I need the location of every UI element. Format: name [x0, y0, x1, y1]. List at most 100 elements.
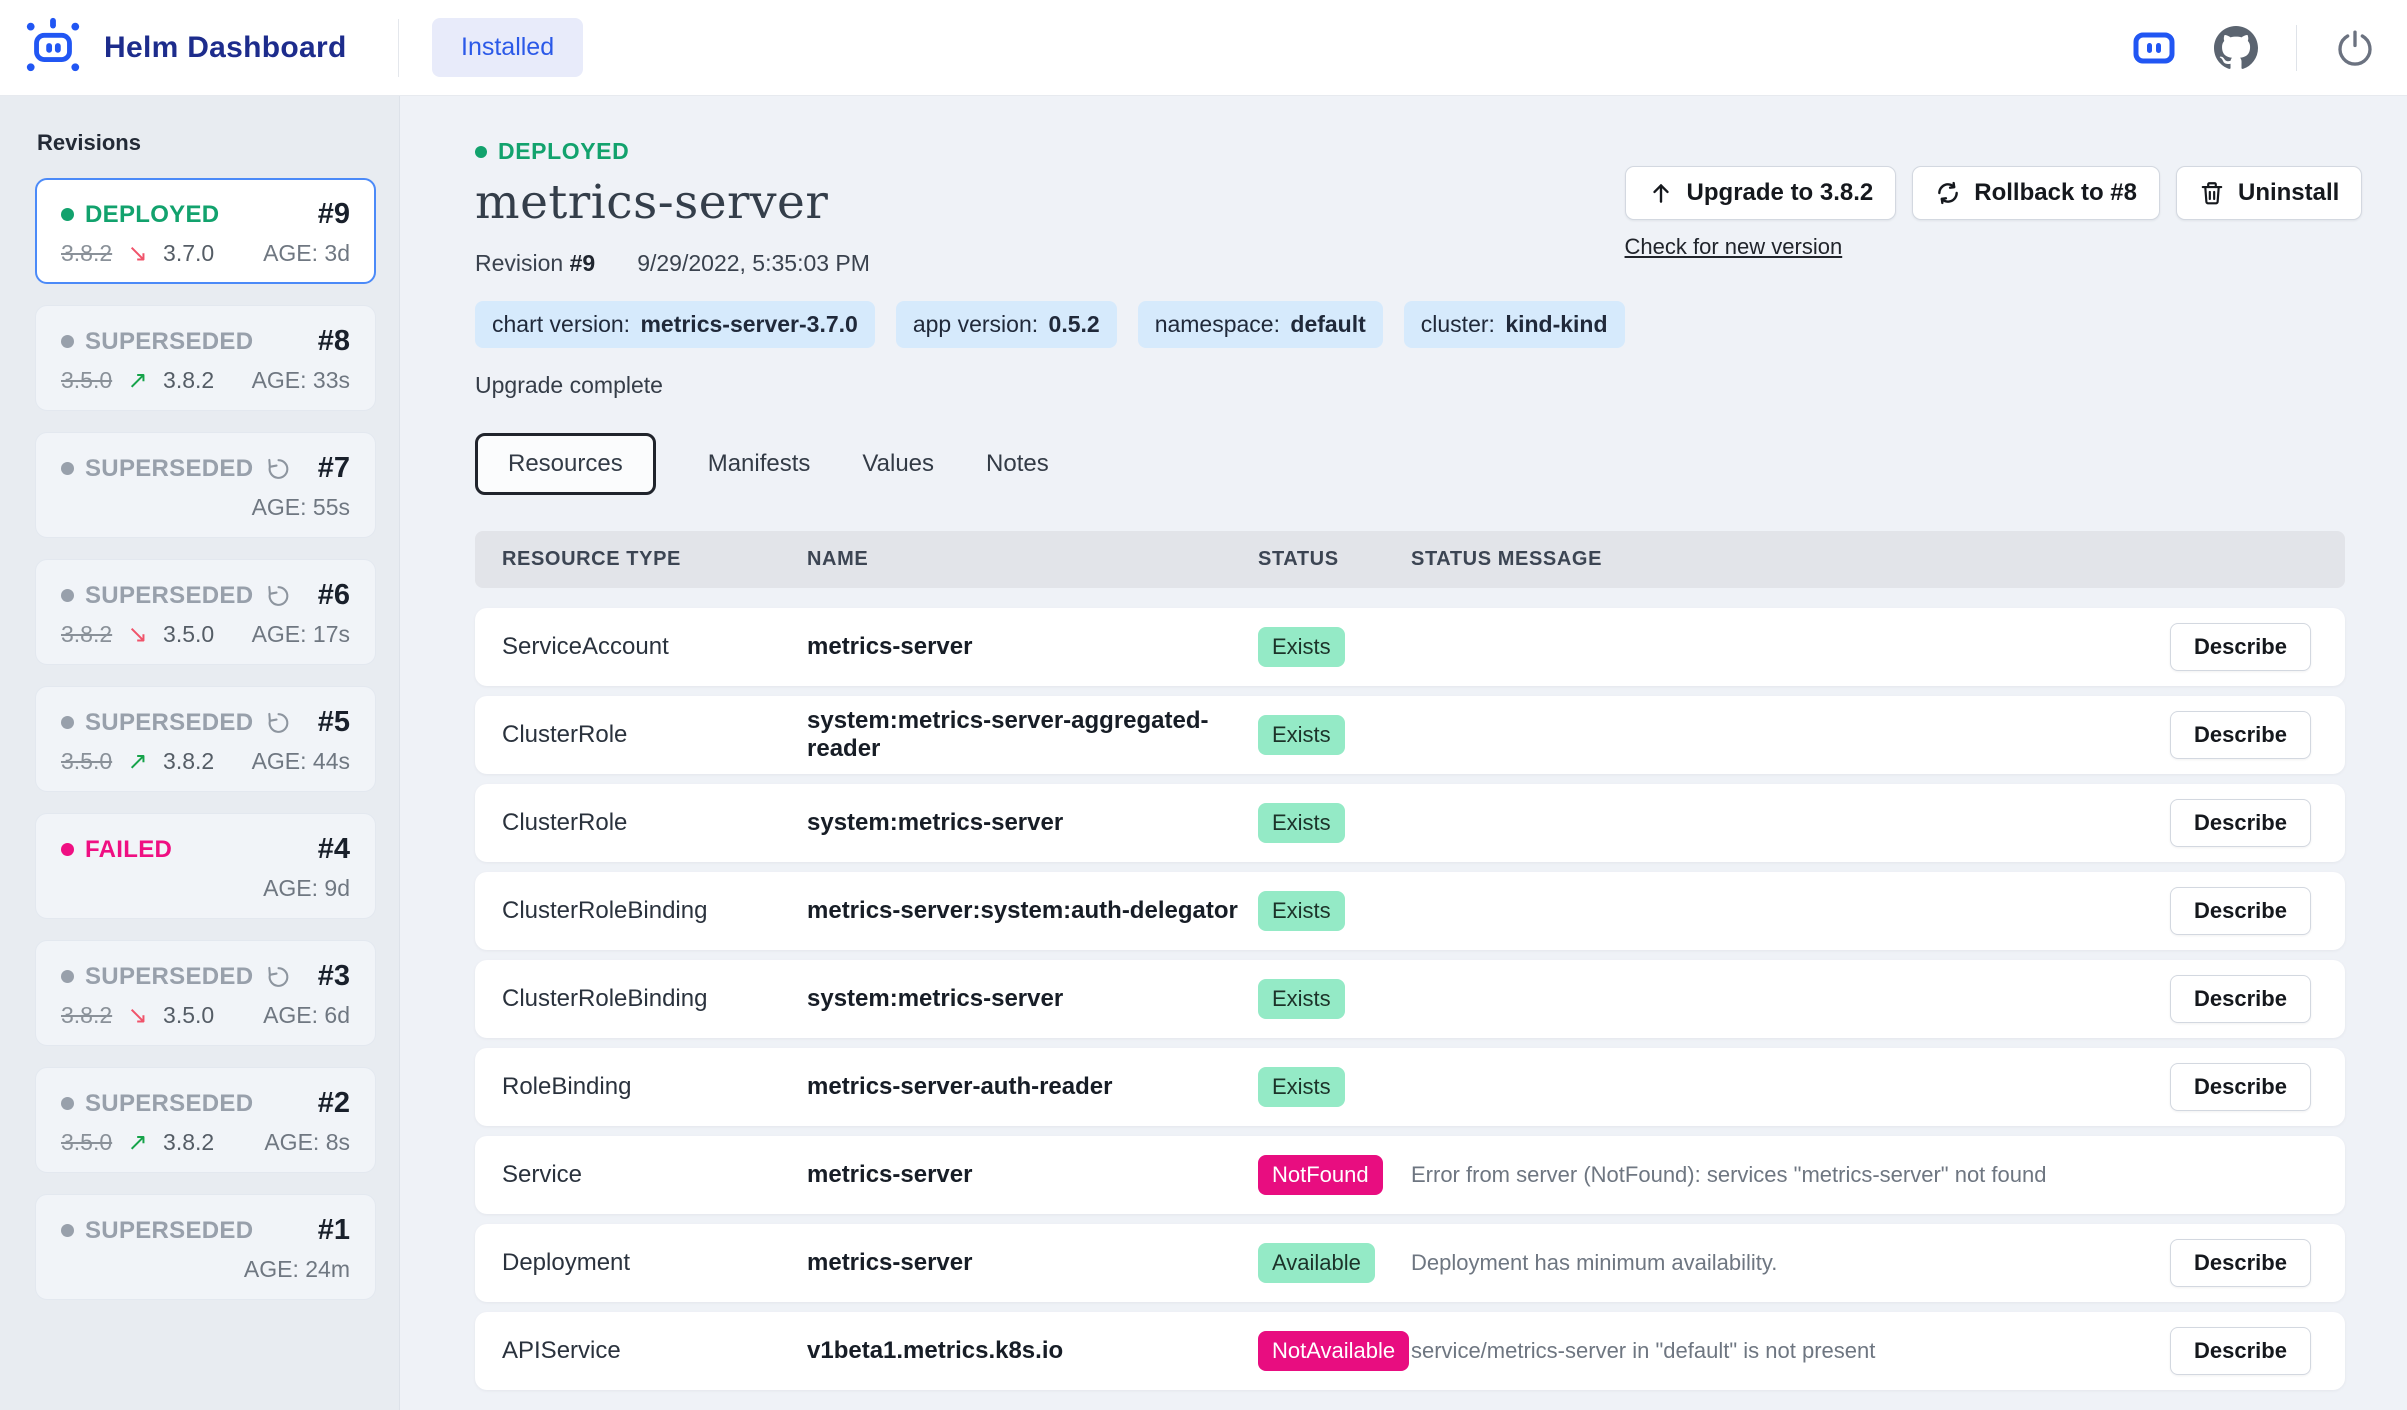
- revision-age: AGE: 3d: [263, 240, 350, 267]
- tab-values[interactable]: Values: [862, 434, 934, 494]
- uninstall-button[interactable]: Uninstall: [2176, 166, 2362, 220]
- version-arrow-icon: ↘: [128, 239, 148, 267]
- version-arrow-icon: ↘: [128, 620, 148, 648]
- revision-card[interactable]: SUPERSEDED #6 3.8.2 ↘ 3.5.0 AGE: 17s: [35, 559, 376, 665]
- meta-badge-value: kind-kind: [1505, 311, 1607, 337]
- app-logo[interactable]: Helm Dashboard: [0, 0, 398, 95]
- revision-card[interactable]: DEPLOYED #9 3.8.2 ↘ 3.7.0 AGE: 3d: [35, 178, 376, 284]
- version-new: 3.8.2: [163, 1129, 214, 1155]
- revision-status: SUPERSEDED: [61, 582, 291, 610]
- release-status-label: DEPLOYED: [498, 138, 629, 165]
- revision-status: SUPERSEDED: [61, 328, 253, 356]
- power-icon[interactable]: [2335, 28, 2375, 68]
- revision-status: SUPERSEDED: [61, 709, 291, 737]
- tab-manifests[interactable]: Manifests: [708, 434, 811, 494]
- revision-card[interactable]: SUPERSEDED #2 3.5.0 ↗ 3.8.2 AGE: 8s: [35, 1067, 376, 1173]
- revision-line: Revision #9 9/29/2022, 5:35:03 PM: [475, 250, 1625, 277]
- revision-number: #1: [318, 1214, 350, 1247]
- version-old: 3.8.2: [61, 240, 112, 266]
- revision-age: AGE: 44s: [252, 748, 350, 775]
- cell-resource-type: ServiceAccount: [502, 633, 807, 661]
- revision-version-change: 3.8.2 ↘ 3.7.0: [61, 239, 214, 267]
- header-icons: [2132, 0, 2407, 95]
- cell-status-message: Error from server (NotFound): services "…: [1411, 1162, 2170, 1188]
- revision-number: #7: [318, 452, 350, 485]
- describe-button[interactable]: Describe: [2170, 1327, 2311, 1375]
- nav-tab-installed[interactable]: Installed: [432, 18, 583, 77]
- cell-name: metrics-server: [807, 633, 1258, 661]
- release-name: metrics-server: [475, 175, 1625, 230]
- revision-age: AGE: 9d: [263, 875, 350, 902]
- revision-number: #9: [318, 198, 350, 231]
- col-name: NAME: [807, 548, 1258, 571]
- revision-version-change: 3.8.2 ↘ 3.5.0: [61, 1001, 214, 1029]
- revision-card[interactable]: SUPERSEDED #1 AGE: 24m: [35, 1194, 376, 1300]
- describe-button[interactable]: Describe: [2170, 887, 2311, 935]
- status-badge: Available: [1258, 1243, 1375, 1283]
- revision-status-label: SUPERSEDED: [85, 328, 253, 356]
- table-row: RoleBinding metrics-server-auth-reader E…: [475, 1048, 2345, 1126]
- revision-status-label: SUPERSEDED: [85, 582, 253, 610]
- tab-resources[interactable]: Resources: [475, 433, 656, 495]
- col-resource-type: RESOURCE TYPE: [502, 548, 807, 571]
- status-badge: Exists: [1258, 627, 1345, 667]
- revision-status: SUPERSEDED: [61, 963, 291, 991]
- describe-button[interactable]: Describe: [2170, 1063, 2311, 1111]
- status-dot-icon: [61, 843, 74, 856]
- app-title: Helm Dashboard: [104, 31, 347, 65]
- version-old: 3.5.0: [61, 367, 112, 393]
- revision-version-change: 3.5.0 ↗ 3.8.2: [61, 366, 214, 394]
- describe-button[interactable]: Describe: [2170, 711, 2311, 759]
- version-new: 3.7.0: [163, 240, 214, 266]
- cell-status: Exists: [1258, 1067, 1411, 1107]
- cell-status: Exists: [1258, 891, 1411, 931]
- cell-resource-type: Deployment: [502, 1249, 807, 1277]
- revision-card[interactable]: SUPERSEDED #7 AGE: 55s: [35, 432, 376, 538]
- github-icon[interactable]: [2214, 26, 2258, 70]
- cell-status: Available: [1258, 1243, 1411, 1283]
- arrow-up-icon: [1648, 180, 1674, 206]
- tab-notes[interactable]: Notes: [986, 434, 1049, 494]
- version-arrow-icon: ↘: [128, 1001, 148, 1029]
- table-row: ClusterRoleBinding system:metrics-server…: [475, 960, 2345, 1038]
- revision-age: AGE: 24m: [244, 1256, 350, 1283]
- revision-status-label: SUPERSEDED: [85, 455, 253, 483]
- revision-card[interactable]: FAILED #4 AGE: 9d: [35, 813, 376, 919]
- meta-badge: cluster: kind-kind: [1404, 301, 1625, 348]
- cell-resource-type: ClusterRoleBinding: [502, 897, 807, 925]
- table-row: ClusterRole system:metrics-server Exists…: [475, 784, 2345, 862]
- version-old: 3.5.0: [61, 1129, 112, 1155]
- revisions-list: DEPLOYED #9 3.8.2 ↘ 3.7.0 AGE: 3d SUPERS…: [35, 178, 376, 1300]
- version-arrow-icon: ↗: [128, 1128, 148, 1156]
- revision-number: #5: [318, 706, 350, 739]
- table-row: APIService v1beta1.metrics.k8s.io NotAva…: [475, 1312, 2345, 1390]
- revision-status: SUPERSEDED: [61, 1090, 253, 1118]
- upgrade-button[interactable]: Upgrade to 3.8.2: [1625, 166, 1897, 220]
- rollback-history-icon: [266, 583, 291, 608]
- rollback-button[interactable]: Rollback to #8: [1912, 166, 2160, 220]
- describe-button[interactable]: Describe: [2170, 975, 2311, 1023]
- revision-number: #4: [318, 833, 350, 866]
- revision-status-label: SUPERSEDED: [85, 1217, 253, 1245]
- revision-card[interactable]: SUPERSEDED #8 3.5.0 ↗ 3.8.2 AGE: 33s: [35, 305, 376, 411]
- describe-button[interactable]: Describe: [2170, 1239, 2311, 1287]
- describe-button[interactable]: Describe: [2170, 623, 2311, 671]
- revision-card[interactable]: SUPERSEDED #3 3.8.2 ↘ 3.5.0 AGE: 6d: [35, 940, 376, 1046]
- table-row: Deployment metrics-server Available Depl…: [475, 1224, 2345, 1302]
- status-dot-icon: [61, 589, 74, 602]
- rollback-sync-icon: [1935, 180, 1961, 206]
- check-new-version-link[interactable]: Check for new version: [1625, 234, 1843, 260]
- revision-number: #3: [318, 960, 350, 993]
- header-nav: Installed: [399, 0, 2132, 95]
- cell-resource-type: APIService: [502, 1337, 807, 1365]
- cell-status: Exists: [1258, 627, 1411, 667]
- version-new: 3.5.0: [163, 1002, 214, 1028]
- status-dot-icon: [61, 1097, 74, 1110]
- robot-app-icon[interactable]: [2132, 28, 2176, 68]
- header-icons-divider: [2296, 25, 2297, 71]
- revision-card[interactable]: SUPERSEDED #5 3.5.0 ↗ 3.8.2 AGE: 44s: [35, 686, 376, 792]
- meta-badge-label: cluster:: [1421, 311, 1502, 337]
- describe-button[interactable]: Describe: [2170, 799, 2311, 847]
- cell-status: Exists: [1258, 803, 1411, 843]
- cell-name: metrics-server: [807, 1249, 1258, 1277]
